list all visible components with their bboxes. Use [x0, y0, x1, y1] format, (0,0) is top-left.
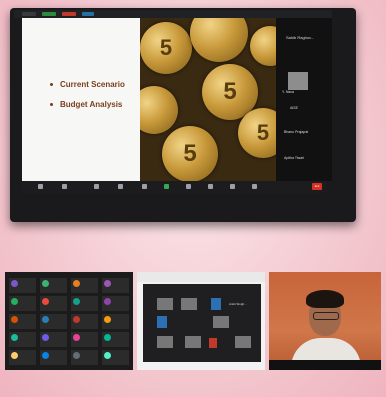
coin: 5: [162, 126, 218, 181]
avatar: [104, 298, 111, 305]
avatar: [73, 280, 80, 287]
bullet-budget-analysis: Budget Analysis: [50, 100, 122, 109]
avatar: [73, 298, 80, 305]
participant-tile[interactable]: [157, 316, 167, 328]
gallery-tile[interactable]: [40, 278, 67, 293]
participant-tile[interactable]: [157, 298, 173, 310]
zoom-title-bar: [14, 10, 332, 18]
end-button[interactable]: End: [312, 183, 322, 190]
record-icon[interactable]: [186, 184, 191, 189]
security-icon[interactable]: [94, 184, 99, 189]
gallery-view-photo: [5, 272, 133, 370]
avatar: [73, 316, 80, 323]
reactions-icon[interactable]: [208, 184, 213, 189]
slide-text-area: Current Scenario Budget Analysis: [22, 18, 142, 181]
tab-4[interactable]: [82, 12, 94, 16]
panel-title: Sahib Raghuv...: [286, 35, 315, 40]
participant-tile[interactable]: [213, 316, 229, 328]
avatar: [11, 280, 18, 287]
participant-name: Y. Nava: [282, 90, 294, 94]
coin: [250, 26, 276, 66]
tab-2[interactable]: [42, 12, 56, 16]
gallery-tile[interactable]: [71, 278, 98, 293]
gallery-tile[interactable]: [102, 296, 129, 311]
webcam-bottom-bar: [269, 360, 381, 370]
presentation-slide: Current Scenario Budget Analysis 5 5 5 5: [22, 18, 276, 181]
mid-meeting-screen: Ankit Singh...: [143, 284, 261, 362]
avatar: [42, 334, 49, 341]
share-screen-icon[interactable]: [164, 184, 169, 189]
more-icon[interactable]: [252, 184, 257, 189]
gallery-tile[interactable]: [71, 350, 98, 365]
tab-1[interactable]: [22, 12, 36, 16]
participant-tile[interactable]: [235, 336, 251, 348]
gallery-tile[interactable]: [9, 314, 36, 329]
tab-3[interactable]: [62, 12, 76, 16]
gallery-tile[interactable]: [40, 296, 67, 311]
person-glasses: [313, 312, 339, 320]
gallery-tile[interactable]: [102, 314, 129, 329]
second-screen-photo: Ankit Singh...: [137, 272, 265, 370]
avatar: [11, 316, 18, 323]
mute-icon[interactable]: [38, 184, 43, 189]
webcam-photo: [269, 272, 381, 370]
mid-top-bar: [137, 272, 265, 282]
person-hair: [306, 290, 344, 308]
coins-image: 5 5 5 5: [140, 18, 276, 181]
chat-icon[interactable]: [142, 184, 147, 189]
participant-name: AISE: [290, 106, 298, 110]
participant-name: Bhanu Prajapat: [284, 130, 309, 134]
participant-tile[interactable]: [181, 298, 197, 310]
participant-tile[interactable]: [211, 298, 221, 310]
participants-icon[interactable]: [118, 184, 123, 189]
avatar: [42, 280, 49, 287]
gallery-tile[interactable]: [71, 296, 98, 311]
participant-tile[interactable]: [185, 336, 201, 348]
participant-video[interactable]: [288, 72, 308, 90]
avatar: [42, 352, 49, 359]
participant-name: Apitha Tiwari: [284, 156, 305, 160]
avatar: [104, 352, 111, 359]
avatar: [11, 352, 18, 359]
video-icon[interactable]: [62, 184, 67, 189]
gallery-tile[interactable]: [40, 314, 67, 329]
gallery-tile[interactable]: [40, 350, 67, 365]
avatar: [11, 334, 18, 341]
avatar: [42, 316, 49, 323]
gallery-tile[interactable]: [9, 350, 36, 365]
avatar: [104, 334, 111, 341]
coin: [190, 18, 248, 62]
gallery-tile[interactable]: [102, 332, 129, 347]
bullet-current-scenario: Current Scenario: [50, 80, 125, 89]
participant-tile[interactable]: [157, 336, 173, 348]
apps-icon[interactable]: [230, 184, 235, 189]
coin: 5: [140, 22, 192, 74]
coin: 5: [238, 108, 276, 158]
zoom-toolbar: End: [22, 181, 326, 193]
avatar: [104, 316, 111, 323]
coin: [140, 86, 178, 134]
gallery-tile[interactable]: [9, 332, 36, 347]
participant-name: Ankit Singh...: [229, 302, 247, 306]
avatar: [42, 298, 49, 305]
gallery-tile[interactable]: [9, 278, 36, 293]
gallery-tile[interactable]: [40, 332, 67, 347]
participants-panel: Sahib Raghuv... Y. Nava AISE Bhanu Praja…: [276, 18, 332, 181]
avatar: [73, 334, 80, 341]
participant-tile[interactable]: [209, 338, 217, 348]
gallery-tile[interactable]: [102, 350, 129, 365]
gallery-tile[interactable]: [9, 296, 36, 311]
avatar: [104, 280, 111, 287]
gallery-tile[interactable]: [71, 332, 98, 347]
gallery-tile[interactable]: [71, 314, 98, 329]
avatar: [11, 298, 18, 305]
gallery-tile[interactable]: [102, 278, 129, 293]
avatar: [73, 352, 80, 359]
